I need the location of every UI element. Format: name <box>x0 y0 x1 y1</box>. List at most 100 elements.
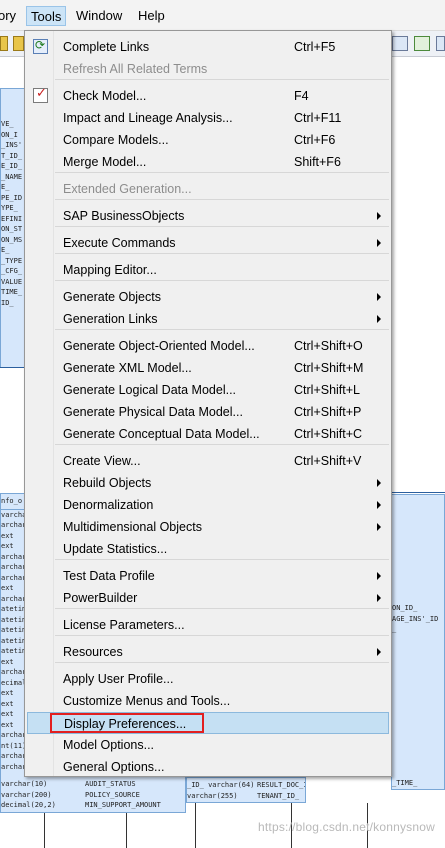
menu-item-apply-user-profile[interactable]: Apply User Profile... <box>27 668 389 690</box>
entity-column: EFINI <box>1 214 23 223</box>
menu-item-label: Extended Generation... <box>63 182 192 196</box>
menu-item-label: SAP BusinessObjects <box>63 209 185 223</box>
entity-column-name: TENANT_ID_ <box>257 791 300 800</box>
menu-item-execute-commands[interactable]: Execute Commands <box>27 232 389 254</box>
entity-mid-bottom[interactable]: _ID_ varchar(64)RESULT_DOC_ID_varchar(25… <box>186 777 306 803</box>
menu-tools[interactable]: Tools <box>26 6 67 26</box>
entity-column: ON_MS <box>1 235 23 244</box>
submenu-arrow-icon <box>377 648 381 656</box>
entity-right-time: _TIME_ <box>392 779 418 787</box>
menu-window[interactable]: Window <box>76 9 122 23</box>
entity-column-name: POLICY_SOURCE <box>85 790 140 799</box>
entity-bottom-rows[interactable]: varchar(10) AUDIT_STATUS varchar(200) POLIC… <box>0 777 186 813</box>
menu-item-shortcut: Ctrl+Shift+C <box>294 427 363 441</box>
menu-item-label: Merge Model... <box>63 155 147 169</box>
menu-item-multidimensional-objects[interactable]: Multidimensional Objects <box>27 516 389 538</box>
menu-item-general-options[interactable]: General Options... <box>27 756 389 778</box>
entity-column: TIME_ <box>1 288 23 296</box>
entity-column: VALUE <box>1 277 23 286</box>
export-icon[interactable] <box>414 36 430 51</box>
menu-item-display-preferences[interactable]: Display Preferences... <box>27 712 389 734</box>
menu-item-customize-menus[interactable]: Customize Menus and Tools... <box>27 690 389 712</box>
menu-item-label: General Options... <box>63 760 165 774</box>
menu-item-label: Compare Models... <box>63 133 169 147</box>
entity-row: varchar(255) TENANT_ID_ <box>187 791 305 802</box>
menu-item-license-parameters[interactable]: License Parameters... <box>27 614 389 636</box>
entity-column: _CFG_ <box>1 267 23 275</box>
entity-column: ON_ST <box>1 225 23 233</box>
menu-item-update-statistics[interactable]: Update Statistics... <box>27 538 389 560</box>
menu-item-label: Mapping Editor... <box>63 263 157 277</box>
entity-right[interactable]: ON_ID_ AGE_INS'_ID _ _TIME_ <box>391 494 445 790</box>
menu-item-generate-objects[interactable]: Generate Objects <box>27 286 389 308</box>
menu-item-check-model[interactable]: Check Model... F4 <box>27 85 389 107</box>
menu-bar: ory Tools Window Help <box>0 0 445 31</box>
submenu-arrow-icon <box>377 501 381 509</box>
menu-item-label: Generate XML Model... <box>63 361 192 375</box>
menu-item-mapping-editor[interactable]: Mapping Editor... <box>27 259 389 281</box>
folder-icon[interactable] <box>0 36 8 51</box>
submenu-arrow-icon <box>377 572 381 580</box>
menu-item-rebuild-objects[interactable]: Rebuild Objects <box>27 472 389 494</box>
entity-column-type: varchar(255) <box>187 791 238 800</box>
menu-item-generate-oom[interactable]: Generate Object-Oriented Model... Ctrl+Sh… <box>27 335 389 357</box>
menu-item-label: Resources <box>63 645 123 659</box>
menu-item-generation-links[interactable]: Generation Links <box>27 308 389 330</box>
menu-item-label: Denormalization <box>63 498 154 512</box>
watermark: https://blog.csdn.net/konnysnow <box>258 820 435 834</box>
connector-line <box>126 813 127 848</box>
relationship-line <box>0 367 24 368</box>
menu-item-label: Refresh All Related Terms <box>63 62 208 76</box>
menu-item-model-options[interactable]: Model Options... <box>27 734 389 756</box>
entity-column: VE_ <box>1 120 14 128</box>
menu-item-label: Create View... <box>63 454 141 468</box>
entity-left-upper[interactable]: VE_ ON_I _INS' T_ID_ E_ID_ _NAME E_ PE_ID YPE_ EF… <box>0 88 26 368</box>
entity-row: decimal(20,2) MIN_SUPPORT_AMOUNT <box>1 800 185 811</box>
menu-item-create-view[interactable]: Create View... Ctrl+Shift+V <box>27 450 389 472</box>
connector-line <box>44 813 45 848</box>
menu-item-label: Customize Menus and Tools... <box>63 694 231 708</box>
menu-item-test-data-profile[interactable]: Test Data Profile <box>27 565 389 587</box>
menu-item-complete-links[interactable]: Complete Links Ctrl+F5 <box>27 36 389 58</box>
open-icon[interactable] <box>13 36 24 51</box>
menu-item-label: License Parameters... <box>63 618 185 632</box>
menu-item-label: Impact and Lineage Analysis... <box>63 111 233 125</box>
entity-column: _ <box>392 625 397 633</box>
entity-column-type: decimal(20,2) <box>1 801 56 809</box>
menu-item-compare-models[interactable]: Compare Models... Ctrl+F6 <box>27 129 389 151</box>
entity-column: AGE_INS'_ID <box>392 614 439 623</box>
menu-item-impact-lineage[interactable]: Impact and Lineage Analysis... Ctrl+F11 <box>27 107 389 129</box>
entity-column-type: _ID_ varchar(64) <box>187 781 255 789</box>
entity-row: _ID_ varchar(64)RESULT_DOC_ID_ <box>187 780 305 791</box>
menu-item-denormalization[interactable]: Denormalization <box>27 494 389 516</box>
menu-item-resources[interactable]: Resources <box>27 641 389 663</box>
menu-item-generate-ldm[interactable]: Generate Logical Data Model... Ctrl+Shift… <box>27 379 389 401</box>
menu-item-merge-model[interactable]: Merge Model... Shift+F6 <box>27 151 389 173</box>
menu-item-shortcut: Ctrl+Shift+P <box>294 405 362 419</box>
more-icon[interactable] <box>436 36 445 51</box>
entity-row: varchar(10) AUDIT_STATUS <box>1 779 185 790</box>
menu-help[interactable]: Help <box>138 9 165 23</box>
submenu-arrow-icon <box>377 315 381 323</box>
entity-column-name: AUDIT_STATUS <box>85 780 136 788</box>
entity-column: ID_ <box>1 298 14 307</box>
entity-column-type: varchar(200) <box>1 790 52 799</box>
entity-column: ON_ID_ <box>392 604 418 612</box>
entity-column-name: MIN_SUPPORT_AMOUNT <box>85 801 161 809</box>
layout-icon[interactable] <box>392 36 408 51</box>
menu-item-generate-xml[interactable]: Generate XML Model... Ctrl+Shift+M <box>27 357 389 379</box>
menu-item-shortcut: Ctrl+Shift+V <box>294 454 362 468</box>
submenu-arrow-icon <box>377 212 381 220</box>
menu-item-label: PowerBuilder <box>63 591 138 605</box>
entity-column: _NAME <box>1 172 23 181</box>
menu-item-powerbuilder[interactable]: PowerBuilder <box>27 587 389 609</box>
menu-item-label: Check Model... <box>63 89 147 103</box>
submenu-arrow-icon <box>377 239 381 247</box>
menu-history[interactable]: ory <box>0 9 16 23</box>
menu-item-generate-cdm[interactable]: Generate Conceptual Data Model... Ctrl+Sh… <box>27 423 389 445</box>
entity-column: E_ <box>1 183 10 191</box>
entity-column: ON_I <box>1 130 18 139</box>
relationship-line <box>392 492 445 493</box>
menu-item-sap-businessobjects[interactable]: SAP BusinessObjects <box>27 205 389 227</box>
menu-item-generate-pdm[interactable]: Generate Physical Data Model... Ctrl+Shif… <box>27 401 389 423</box>
